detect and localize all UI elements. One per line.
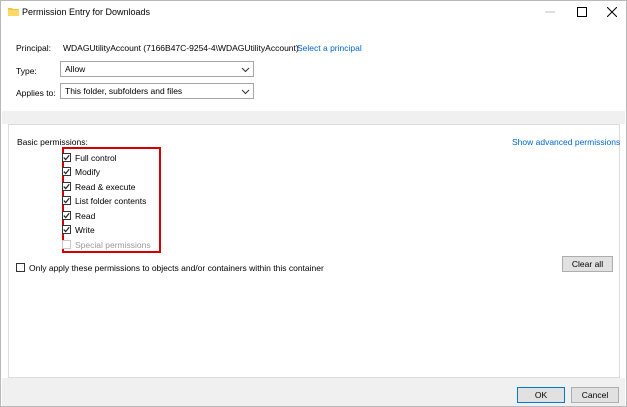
window-title: Permission Entry for Downloads bbox=[22, 7, 151, 17]
checkbox[interactable] bbox=[16, 263, 25, 272]
close-button[interactable] bbox=[597, 1, 627, 23]
section-separator bbox=[2, 111, 625, 124]
applies-to-label: Applies to: bbox=[16, 88, 56, 98]
maximize-button[interactable] bbox=[567, 1, 597, 23]
checkmark-icon bbox=[63, 154, 70, 161]
chevron-down-icon bbox=[241, 89, 250, 95]
permission-entry-dialog: Permission Entry for Downloads Principal… bbox=[0, 0, 627, 407]
basic-permissions-heading: Basic permissions: bbox=[17, 137, 88, 147]
type-dropdown[interactable]: Allow bbox=[60, 61, 254, 77]
checkbox[interactable] bbox=[62, 211, 71, 220]
checkbox[interactable] bbox=[62, 196, 71, 205]
maximize-icon bbox=[577, 7, 587, 17]
applies-to-selected-value: This folder, subfolders and files bbox=[65, 86, 183, 96]
button-bar: OK Cancel bbox=[2, 378, 625, 406]
permission-full-control[interactable]: Full control bbox=[62, 152, 117, 163]
permission-label: Special permissions bbox=[75, 239, 151, 250]
only-apply-label: Only apply these permissions to objects … bbox=[29, 262, 324, 273]
applies-to-dropdown[interactable]: This folder, subfolders and files bbox=[60, 83, 254, 99]
checkmark-icon bbox=[63, 197, 70, 204]
permission-label: Full control bbox=[75, 152, 117, 163]
minimize-button[interactable] bbox=[535, 1, 565, 23]
folder-icon bbox=[8, 8, 19, 16]
title-bar[interactable]: Permission Entry for Downloads bbox=[1, 1, 626, 25]
permission-label: Read & execute bbox=[75, 181, 136, 192]
checkbox[interactable] bbox=[62, 153, 71, 162]
chevron-down-icon bbox=[241, 67, 250, 73]
checkmark-icon bbox=[63, 226, 70, 233]
select-principal-link[interactable]: Select a principal bbox=[297, 43, 362, 53]
principal-section: Principal: WDAGUtilityAccount (7166B47C-… bbox=[2, 25, 625, 111]
type-selected-value: Allow bbox=[65, 64, 86, 74]
permission-label: Read bbox=[75, 210, 96, 221]
close-icon bbox=[607, 7, 617, 17]
permission-list-folder-contents[interactable]: List folder contents bbox=[62, 195, 146, 206]
permission-special-permissions: Special permissions bbox=[62, 239, 151, 250]
type-label: Type: bbox=[16, 66, 37, 76]
minimize-icon bbox=[545, 11, 555, 13]
checkmark-icon bbox=[63, 212, 70, 219]
checkmark-icon bbox=[63, 183, 70, 190]
only-apply-option[interactable]: Only apply these permissions to objects … bbox=[16, 262, 324, 273]
checkbox bbox=[62, 240, 71, 249]
checkbox[interactable] bbox=[62, 182, 71, 191]
permission-label: Write bbox=[75, 224, 95, 235]
principal-value: WDAGUtilityAccount (7166B47C-9254-4\WDAG… bbox=[63, 43, 299, 53]
clear-all-button[interactable]: Clear all bbox=[562, 256, 613, 272]
permission-modify[interactable]: Modify bbox=[62, 166, 100, 177]
ok-button[interactable]: OK bbox=[517, 387, 565, 403]
permissions-panel: Basic permissions: Show advanced permiss… bbox=[8, 124, 620, 378]
permission-read[interactable]: Read bbox=[62, 210, 95, 221]
permission-label: Modify bbox=[75, 166, 101, 177]
checkbox[interactable] bbox=[62, 167, 71, 176]
permission-label: List folder contents bbox=[75, 195, 147, 206]
principal-label: Principal: bbox=[16, 43, 51, 53]
permission-read-execute[interactable]: Read & execute bbox=[62, 181, 135, 192]
cancel-button[interactable]: Cancel bbox=[571, 387, 619, 403]
checkbox[interactable] bbox=[62, 225, 71, 234]
permission-write[interactable]: Write bbox=[62, 224, 95, 235]
checkmark-icon bbox=[63, 168, 70, 175]
show-advanced-permissions-link[interactable]: Show advanced permissions bbox=[512, 137, 620, 147]
